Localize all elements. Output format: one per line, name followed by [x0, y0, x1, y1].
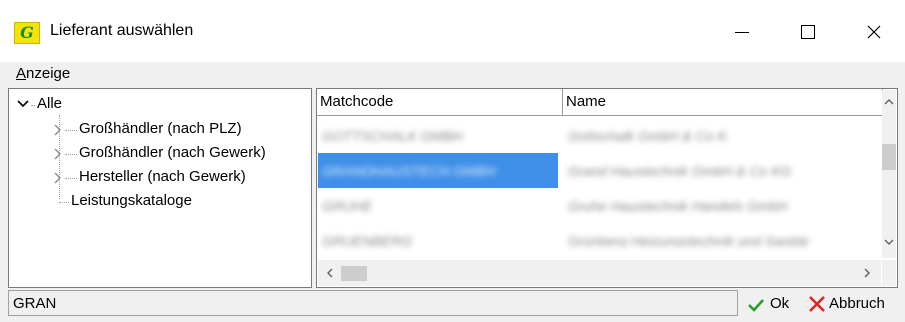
horizontal-scrollbar[interactable] — [318, 260, 881, 286]
horizontal-scroll-thumb[interactable] — [341, 266, 367, 281]
column-header-matchcode[interactable]: Matchcode — [317, 89, 563, 116]
chevron-right-icon[interactable] — [53, 172, 63, 184]
matchcode-text: GRUHE — [322, 198, 372, 212]
minimize-icon — [735, 32, 749, 33]
vertical-scroll-thumb[interactable] — [882, 144, 896, 170]
matchcode-text: GOTTSCHALK GMBH — [322, 128, 462, 142]
window-title: Lieferant auswählen — [50, 22, 194, 39]
tree-node-grosshaendler-gewerk[interactable]: Großhändler (nach Gewerk) — [53, 144, 303, 164]
checkmark-icon — [748, 299, 764, 312]
tree-node-label: Alle — [37, 95, 63, 112]
name-text: Grand Haustechnik GmbH & Co KG — [568, 163, 792, 177]
tree-node-label: Hersteller (nach Gewerk) — [79, 168, 246, 185]
cell-matchcode: GRUENBERG — [318, 223, 558, 258]
tree-connector — [65, 130, 77, 131]
cell-name: Grand Haustechnik GmbH & Co KG — [564, 153, 882, 188]
scroll-right-icon[interactable] — [863, 268, 871, 278]
menu-bar: Anzeige — [0, 62, 905, 88]
close-icon — [867, 25, 881, 39]
tree-node-label: Leistungskataloge — [71, 192, 192, 209]
minimize-button[interactable] — [719, 14, 765, 50]
scroll-down-icon[interactable] — [884, 238, 894, 246]
cell-matchcode: GRUHE — [318, 188, 558, 223]
cell-name: Gruhe Haustechnik Handels GmbH — [564, 188, 882, 223]
name-text: Grünberg Heizungstechnik und Sanitär — [568, 233, 810, 247]
tree-node-hersteller-gewerk[interactable]: Hersteller (nach Gewerk) — [53, 168, 303, 188]
ok-button-label: Ok — [770, 295, 790, 312]
tree-node-label: Großhändler (nach PLZ) — [79, 120, 242, 137]
supplier-grid[interactable]: Matchcode Name GOTTSCHALK GMBH Gottschal… — [316, 88, 898, 288]
table-row-selected[interactable]: GRANDHAUSTECH GMBH Grand Haustechnik Gmb… — [318, 153, 884, 188]
title-bar: G Lieferant auswählen — [0, 0, 905, 62]
tree-connector — [65, 178, 77, 179]
close-button[interactable] — [851, 14, 897, 50]
matchcode-text: GRANDHAUSTECH GMBH — [322, 163, 496, 177]
tree-node-leistungskataloge[interactable]: Leistungskataloge — [53, 192, 303, 212]
table-row[interactable]: GRUHE Gruhe Haustechnik Handels GmbH — [318, 188, 884, 223]
category-tree[interactable]: Alle Großhändler (nach PLZ) Großhändler … — [8, 88, 312, 288]
chevron-down-icon[interactable] — [17, 99, 29, 109]
x-mark-icon — [809, 296, 825, 312]
scroll-corner — [882, 260, 896, 286]
chevron-right-icon[interactable] — [53, 148, 63, 160]
vertical-scrollbar[interactable] — [882, 90, 896, 258]
tree-node-grosshaendler-plz[interactable]: Großhändler (nach PLZ) — [53, 120, 303, 140]
cancel-button[interactable]: Abbruch — [808, 292, 900, 316]
maximize-icon — [801, 25, 815, 39]
table-row[interactable]: GRUENBERG Grünberg Heizungstechnik und S… — [318, 223, 884, 258]
search-input[interactable]: GRAN — [8, 290, 738, 316]
cell-matchcode: GRANDHAUSTECH GMBH — [318, 153, 558, 188]
column-header-name[interactable]: Name — [563, 89, 883, 116]
tree-node-label: Großhändler (nach Gewerk) — [79, 144, 266, 161]
tree-connector — [59, 202, 69, 203]
app-logo-icon: G — [14, 22, 40, 44]
tree-connector — [65, 154, 77, 155]
cell-name: Grünberg Heizungstechnik und Sanitär — [564, 223, 882, 258]
cell-matchcode: GOTTSCHALK GMBH — [318, 118, 558, 153]
cell-name: Gottschalk GmbH & Co KG — [564, 118, 882, 153]
name-text: Gruhe Haustechnik Handels GmbH — [568, 198, 788, 212]
menu-anzeige[interactable]: Anzeige — [16, 65, 70, 82]
matchcode-text: GRUENBERG — [322, 233, 413, 247]
name-text: Gottschalk GmbH & Co KG — [568, 128, 728, 142]
scroll-up-icon[interactable] — [884, 98, 894, 106]
ok-button[interactable]: Ok — [748, 292, 794, 316]
maximize-button[interactable] — [785, 14, 831, 50]
tree-connector — [31, 105, 35, 106]
table-row[interactable]: GOTTSCHALK GMBH Gottschalk GmbH & Co KG — [318, 118, 884, 153]
scroll-left-icon[interactable] — [326, 268, 334, 278]
cancel-button-label: Abbruch — [829, 295, 885, 312]
menu-anzeige-mnemonic: A — [16, 65, 27, 82]
menu-anzeige-rest: nzeige — [26, 65, 71, 82]
chevron-right-icon[interactable] — [53, 124, 63, 136]
